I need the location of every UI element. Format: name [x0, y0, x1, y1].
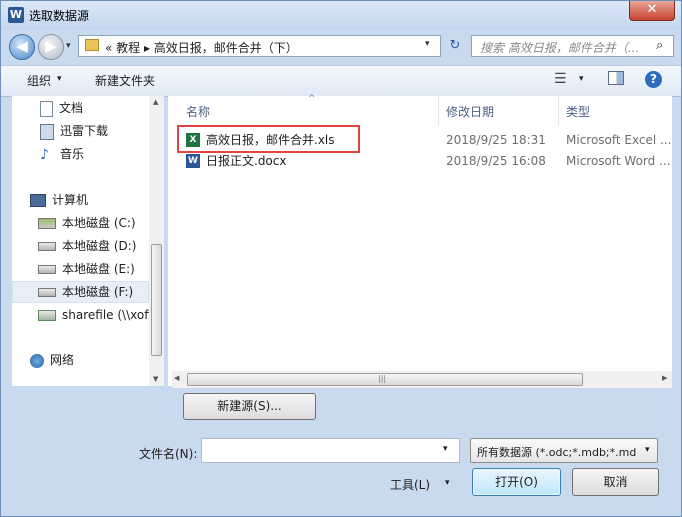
sidebar-item-drive-c[interactable]: 本地磁盘 (C:) [38, 213, 136, 233]
nav-scroll-up-icon[interactable]: ▲ [153, 98, 158, 106]
drive-icon [38, 288, 56, 297]
music-icon: ♪ [40, 146, 49, 163]
file-modified: 2018/9/25 16:08 [446, 154, 546, 168]
scroll-left-icon[interactable]: ◀ [174, 374, 179, 382]
scroll-grip-icon: ||| [378, 374, 387, 383]
help-icon[interactable]: ? [645, 71, 662, 88]
sidebar-item-label: 本地磁盘 (C:) [62, 216, 136, 230]
sidebar-item-drive-f[interactable]: 本地磁盘 (F:) [38, 282, 133, 302]
organize-button[interactable]: 组织 [27, 72, 51, 89]
sidebar-item-label: 本地磁盘 (E:) [62, 262, 135, 276]
file-type: Microsoft Word ... [566, 154, 671, 168]
new-source-button[interactable]: 新建源(S)... [183, 393, 316, 420]
organize-dropdown-icon[interactable]: ▾ [57, 74, 62, 84]
chevron-down-icon: ▾ [645, 445, 650, 455]
preview-pane-icon[interactable] [608, 71, 624, 85]
horizontal-scroll-thumb[interactable]: ||| [187, 373, 583, 386]
change-view-icon[interactable]: ☰ [554, 71, 567, 87]
tools-button[interactable]: 工具(L) [390, 476, 430, 493]
open-button[interactable]: 打开(O) [472, 468, 561, 496]
address-dropdown-icon[interactable]: ▾ [425, 39, 430, 49]
scroll-right-icon[interactable]: ▶ [662, 374, 667, 382]
drive-icon [38, 265, 56, 274]
file-type-filter-select[interactable]: 所有数据源 (*.odc;*.mdb;*.mdb;*.mde;*.accdb ▾ [470, 438, 658, 463]
sidebar-item-label: 音乐 [60, 147, 85, 161]
tools-dropdown-icon[interactable]: ▾ [445, 478, 450, 488]
nav-scroll-thumb[interactable] [151, 244, 162, 356]
column-header-name[interactable]: 名称 [186, 103, 210, 120]
sidebar-item-sharefile[interactable]: sharefile (\\xofi [38, 305, 152, 325]
word-app-icon: W [8, 7, 24, 23]
sidebar-item-music[interactable]: ♪ 音乐 [40, 144, 84, 164]
sidebar-item-thunder-downloads[interactable]: 迅雷下载 [40, 121, 108, 141]
window-title: 选取数据源 [29, 9, 90, 23]
file-type-filter-value: 所有数据源 (*.odc;*.mdb;*.mdb;*.mde;*.accdb [477, 446, 637, 459]
sort-ascending-icon: ^ [308, 94, 316, 104]
address-path[interactable]: « 教程 ▸ 高效日报，邮件合并（下） [105, 39, 298, 56]
sidebar-item-documents[interactable]: 文档 [40, 98, 83, 118]
cancel-button[interactable]: 取消 [572, 468, 659, 496]
refresh-icon: ↻ [449, 38, 461, 53]
title-bar [1, 1, 681, 29]
drive-icon [38, 242, 56, 251]
view-dropdown-icon[interactable]: ▾ [579, 74, 584, 84]
sidebar-item-computer[interactable]: 计算机 [30, 190, 88, 210]
forward-button[interactable]: ▶ [38, 34, 64, 60]
sidebar-item-label: sharefile (\\xofi [62, 308, 152, 322]
file-name: 日报正文.docx [206, 154, 287, 168]
file-dialog-window: W 选取数据源 ✕ ◀ ▶ ▾ « 教程 ▸ 高效日报，邮件合并（下） ▾ ↻ … [0, 0, 682, 517]
close-button[interactable]: ✕ [629, 1, 675, 21]
highlight-annotation-box [177, 125, 360, 153]
back-arrow-icon: ◀ [16, 37, 28, 55]
new-folder-button[interactable]: 新建文件夹 [95, 72, 155, 89]
search-icon[interactable]: ⌕ [656, 38, 663, 53]
sidebar-item-drive-e[interactable]: 本地磁盘 (E:) [38, 259, 135, 279]
sidebar-item-label: 本地磁盘 (D:) [62, 239, 137, 253]
file-modified: 2018/9/25 18:31 [446, 133, 546, 147]
search-placeholder: 搜索 高效日报，邮件合并（... [480, 41, 640, 55]
recent-locations-dropdown[interactable]: ▾ [66, 41, 71, 51]
sidebar-item-label: 文档 [59, 101, 84, 115]
search-box[interactable]: 搜索 高效日报，邮件合并（... ⌕ [471, 35, 674, 57]
address-bar[interactable]: « 教程 ▸ 高效日报，邮件合并（下） ▾ [78, 35, 441, 57]
download-folder-icon [40, 123, 54, 140]
forward-arrow-icon: ▶ [45, 37, 57, 55]
system-drive-icon [38, 218, 56, 229]
filename-dropdown-icon[interactable]: ▾ [443, 444, 448, 454]
sidebar-item-label: 网络 [50, 353, 75, 367]
back-button[interactable]: ◀ [9, 34, 35, 60]
word-file-icon: W [186, 154, 200, 168]
nav-scroll-down-icon[interactable]: ▼ [153, 375, 158, 383]
refresh-button[interactable]: ↻ [444, 35, 466, 57]
filename-input[interactable] [201, 438, 460, 463]
sidebar-item-label: 计算机 [52, 193, 89, 207]
network-icon [30, 353, 44, 368]
file-row[interactable]: W 日报正文.docx 2018/9/25 16:08 Microsoft Wo… [168, 151, 672, 171]
column-divider[interactable] [558, 96, 559, 126]
sidebar-item-drive-d[interactable]: 本地磁盘 (D:) [38, 236, 136, 256]
sidebar-item-label: 迅雷下载 [60, 124, 109, 138]
column-header-modified[interactable]: 修改日期 [446, 103, 494, 120]
column-header-type[interactable]: 类型 [566, 103, 590, 120]
file-type: Microsoft Excel ... [566, 133, 672, 147]
filename-label: 文件名(N): [139, 447, 198, 461]
sidebar-item-network[interactable]: 网络 [30, 350, 74, 370]
navigation-pane: 文档 迅雷下载 ♪ 音乐 计算机 本地磁盘 (C:) 本地磁盘 (D:) 本地磁盘… [12, 96, 164, 386]
column-divider[interactable] [438, 96, 439, 126]
computer-icon [30, 194, 46, 207]
sidebar-item-label: 本地磁盘 (F:) [62, 285, 134, 299]
network-drive-icon [38, 310, 56, 321]
close-icon: ✕ [646, 2, 658, 17]
document-icon [40, 100, 53, 117]
folder-icon [85, 39, 99, 51]
